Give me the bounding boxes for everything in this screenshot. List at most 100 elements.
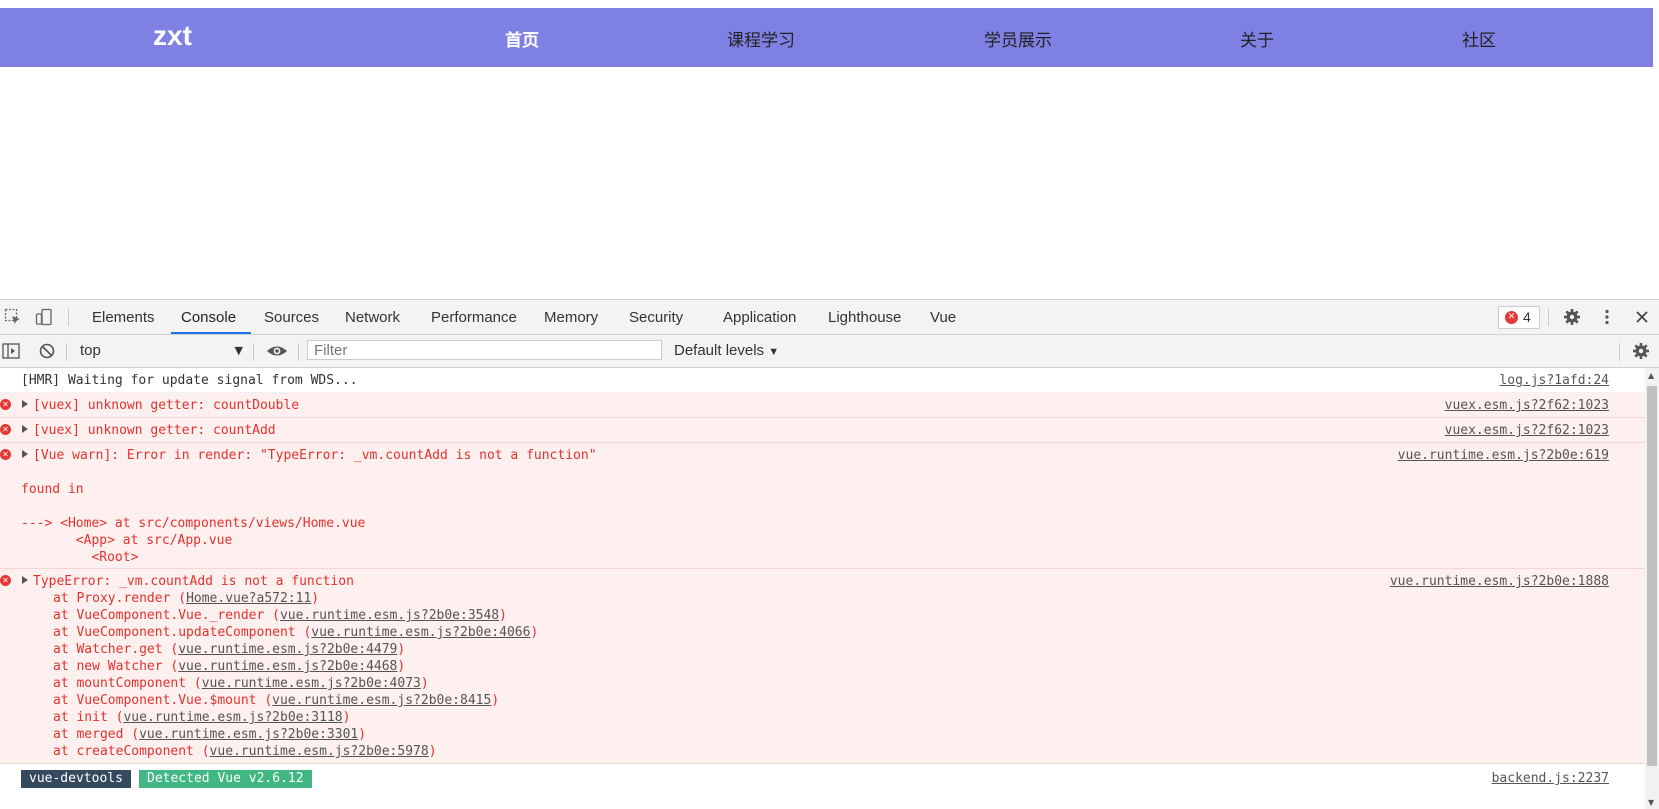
stack-frame-source-link[interactable]: vue.runtime.esm.js?2b0e:4468 bbox=[178, 659, 397, 674]
expand-arrow-icon[interactable] bbox=[22, 400, 28, 408]
stack-frame-close-paren: ) bbox=[428, 744, 437, 759]
toolbar-divider bbox=[253, 343, 254, 361]
source-link[interactable]: vuex.esm.js?2f62:1023 bbox=[1445, 423, 1609, 438]
log-levels-label: Default levels bbox=[674, 342, 765, 359]
stack-frame-source-link[interactable]: vue.runtime.esm.js?2b0e:3548 bbox=[280, 608, 499, 623]
error-count: 4 bbox=[1523, 309, 1531, 325]
stack-frame-source-link[interactable]: vue.runtime.esm.js?2b0e:8415 bbox=[272, 693, 491, 708]
stack-frame-source-link[interactable]: vue.runtime.esm.js?2b0e:4073 bbox=[202, 676, 421, 691]
stack-frame: at VueComponent.updateComponent (vue.run… bbox=[53, 625, 538, 640]
nav-students[interactable]: 学员展示 bbox=[984, 26, 1052, 51]
log-levels-dropdown[interactable]: Default levels ▼ bbox=[674, 342, 779, 359]
source-link[interactable]: vue.runtime.esm.js?2b0e:619 bbox=[1398, 448, 1609, 463]
tab-lighthouse[interactable]: Lighthouse bbox=[828, 309, 901, 326]
stack-frame-function: at mountComponent ( bbox=[53, 676, 202, 691]
context-selector[interactable]: top ▼ bbox=[72, 340, 247, 362]
tab-performance[interactable]: Performance bbox=[431, 309, 517, 326]
scroll-up-arrow-icon[interactable]: ▲ bbox=[1648, 371, 1654, 380]
tab-elements[interactable]: Elements bbox=[92, 309, 155, 326]
source-link[interactable]: vue.runtime.esm.js?2b0e:1888 bbox=[1390, 574, 1609, 589]
site-header: zxt 首页 课程学习 学员展示 关于 社区 bbox=[0, 8, 1653, 67]
message-text: [HMR] Waiting for update signal from WDS… bbox=[21, 373, 358, 388]
console-sidebar-icon[interactable] bbox=[2, 342, 20, 360]
tab-sources[interactable]: Sources bbox=[264, 309, 319, 326]
settings-gear-icon[interactable] bbox=[1563, 308, 1581, 326]
stack-frame-close-paren: ) bbox=[491, 693, 500, 708]
tab-security[interactable]: Security bbox=[629, 309, 683, 326]
vue-devtools-badge: vue-devtools bbox=[21, 770, 131, 788]
source-link[interactable]: vuex.esm.js?2f62:1023 bbox=[1445, 398, 1609, 413]
error-icon: ✕ bbox=[1505, 311, 1518, 324]
source-link[interactable]: log.js?1afd:24 bbox=[1499, 373, 1609, 388]
tab-network[interactable]: Network bbox=[345, 309, 400, 326]
scroll-down-arrow-icon[interactable]: ▼ bbox=[1648, 798, 1654, 807]
close-devtools-icon[interactable] bbox=[1633, 308, 1651, 326]
expand-arrow-icon[interactable] bbox=[22, 450, 28, 458]
stack-frame-source-link[interactable]: vue.runtime.esm.js?2b0e:4479 bbox=[178, 642, 397, 657]
console-scrollbar[interactable]: ▲ ▼ bbox=[1645, 368, 1659, 809]
tab-memory[interactable]: Memory bbox=[544, 309, 598, 326]
tabbar-divider bbox=[1548, 308, 1549, 326]
device-toolbar-icon[interactable] bbox=[35, 308, 53, 326]
console-error-countdouble: ✕ [vuex] unknown getter: countDouble vue… bbox=[0, 393, 1645, 418]
error-count-badge[interactable]: ✕ 4 bbox=[1498, 306, 1540, 329]
component-trace-line: <Root> bbox=[21, 550, 139, 565]
nav-courses[interactable]: 课程学习 bbox=[727, 26, 795, 51]
tab-console[interactable]: Console bbox=[181, 309, 236, 326]
message-text: TypeError: _vm.countAdd is not a functio… bbox=[33, 574, 354, 589]
nav-community[interactable]: 社区 bbox=[1462, 26, 1496, 51]
stack-frame-close-paren: ) bbox=[342, 710, 351, 725]
scrollbar-thumb[interactable] bbox=[1647, 386, 1657, 766]
stack-frame-function: at Proxy.render ( bbox=[53, 591, 187, 606]
stack-frame-source-link[interactable]: vue.runtime.esm.js?2b0e:4066 bbox=[311, 625, 530, 640]
stack-frame: at Proxy.render (Home.vue?a572:11) bbox=[53, 591, 319, 606]
stack-frame: at VueComponent.Vue._render (vue.runtime… bbox=[53, 608, 507, 623]
nav-about[interactable]: 关于 bbox=[1240, 26, 1274, 51]
stack-frame: at VueComponent.Vue.$mount (vue.runtime.… bbox=[53, 693, 499, 708]
tabbar-divider bbox=[68, 308, 69, 326]
devtools-tabbar: Elements Console Sources Network Perform… bbox=[0, 300, 1659, 335]
stack-frame-close-paren: ) bbox=[499, 608, 507, 623]
source-link[interactable]: backend.js:2237 bbox=[1492, 771, 1609, 786]
clear-console-icon[interactable] bbox=[38, 342, 56, 360]
more-options-icon[interactable] bbox=[1598, 308, 1616, 326]
stack-frame-close-paren: ) bbox=[420, 676, 429, 691]
stack-frame-close-paren: ) bbox=[530, 625, 539, 640]
stack-frame-source-link[interactable]: vue.runtime.esm.js?2b0e:3118 bbox=[123, 710, 342, 725]
error-icon: ✕ bbox=[0, 399, 11, 410]
active-tab-indicator bbox=[171, 332, 251, 334]
stack-frame-source-link[interactable]: Home.vue?a572:11 bbox=[186, 591, 311, 606]
tab-vue[interactable]: Vue bbox=[930, 309, 956, 326]
console-error-vue-warn: ✕ [Vue warn]: Error in render: "TypeErro… bbox=[0, 443, 1645, 569]
site-logo[interactable]: zxt bbox=[153, 20, 192, 52]
dropdown-arrow-icon: ▼ bbox=[768, 346, 780, 358]
console-message-hmr: [HMR] Waiting for update signal from WDS… bbox=[0, 368, 1645, 393]
expand-arrow-icon[interactable] bbox=[22, 576, 28, 584]
console-settings-gear-icon[interactable] bbox=[1632, 342, 1650, 360]
stack-frame-function: at VueComponent.Vue.$mount ( bbox=[53, 693, 273, 708]
dropdown-arrow-icon: ▼ bbox=[234, 344, 243, 357]
component-trace-line: <App> at src/App.vue bbox=[21, 533, 233, 548]
console-output: [HMR] Waiting for update signal from WDS… bbox=[0, 368, 1645, 809]
toolbar-divider bbox=[1619, 343, 1620, 361]
tab-application[interactable]: Application bbox=[723, 309, 796, 326]
stack-frame-function: at Watcher.get ( bbox=[53, 642, 179, 657]
stack-frame-source-link[interactable]: vue.runtime.esm.js?2b0e:3301 bbox=[139, 727, 358, 742]
vue-version-badge: Detected Vue v2.6.12 bbox=[139, 770, 312, 788]
nav-home[interactable]: 首页 bbox=[505, 26, 539, 51]
error-icon: ✕ bbox=[0, 575, 11, 586]
console-error-typeerror: ✕ TypeError: _vm.countAdd is not a funct… bbox=[0, 569, 1645, 764]
error-icon: ✕ bbox=[0, 424, 11, 435]
inspect-element-icon[interactable] bbox=[4, 308, 22, 326]
live-expression-eye-icon[interactable] bbox=[266, 342, 288, 360]
stack-frame-close-paren: ) bbox=[358, 727, 367, 742]
stack-frame-function: at createComponent ( bbox=[53, 744, 210, 759]
stack-frame-close-paren: ) bbox=[397, 659, 406, 674]
console-filter-input[interactable] bbox=[307, 340, 662, 360]
stack-frame-function: at merged ( bbox=[53, 727, 140, 742]
expand-arrow-icon[interactable] bbox=[22, 425, 28, 433]
stack-frame-function: at VueComponent.updateComponent ( bbox=[53, 625, 312, 640]
message-text: [vuex] unknown getter: countDouble bbox=[33, 398, 300, 413]
found-in-label: found in bbox=[21, 482, 84, 497]
stack-frame-source-link[interactable]: vue.runtime.esm.js?2b0e:5978 bbox=[210, 744, 429, 759]
